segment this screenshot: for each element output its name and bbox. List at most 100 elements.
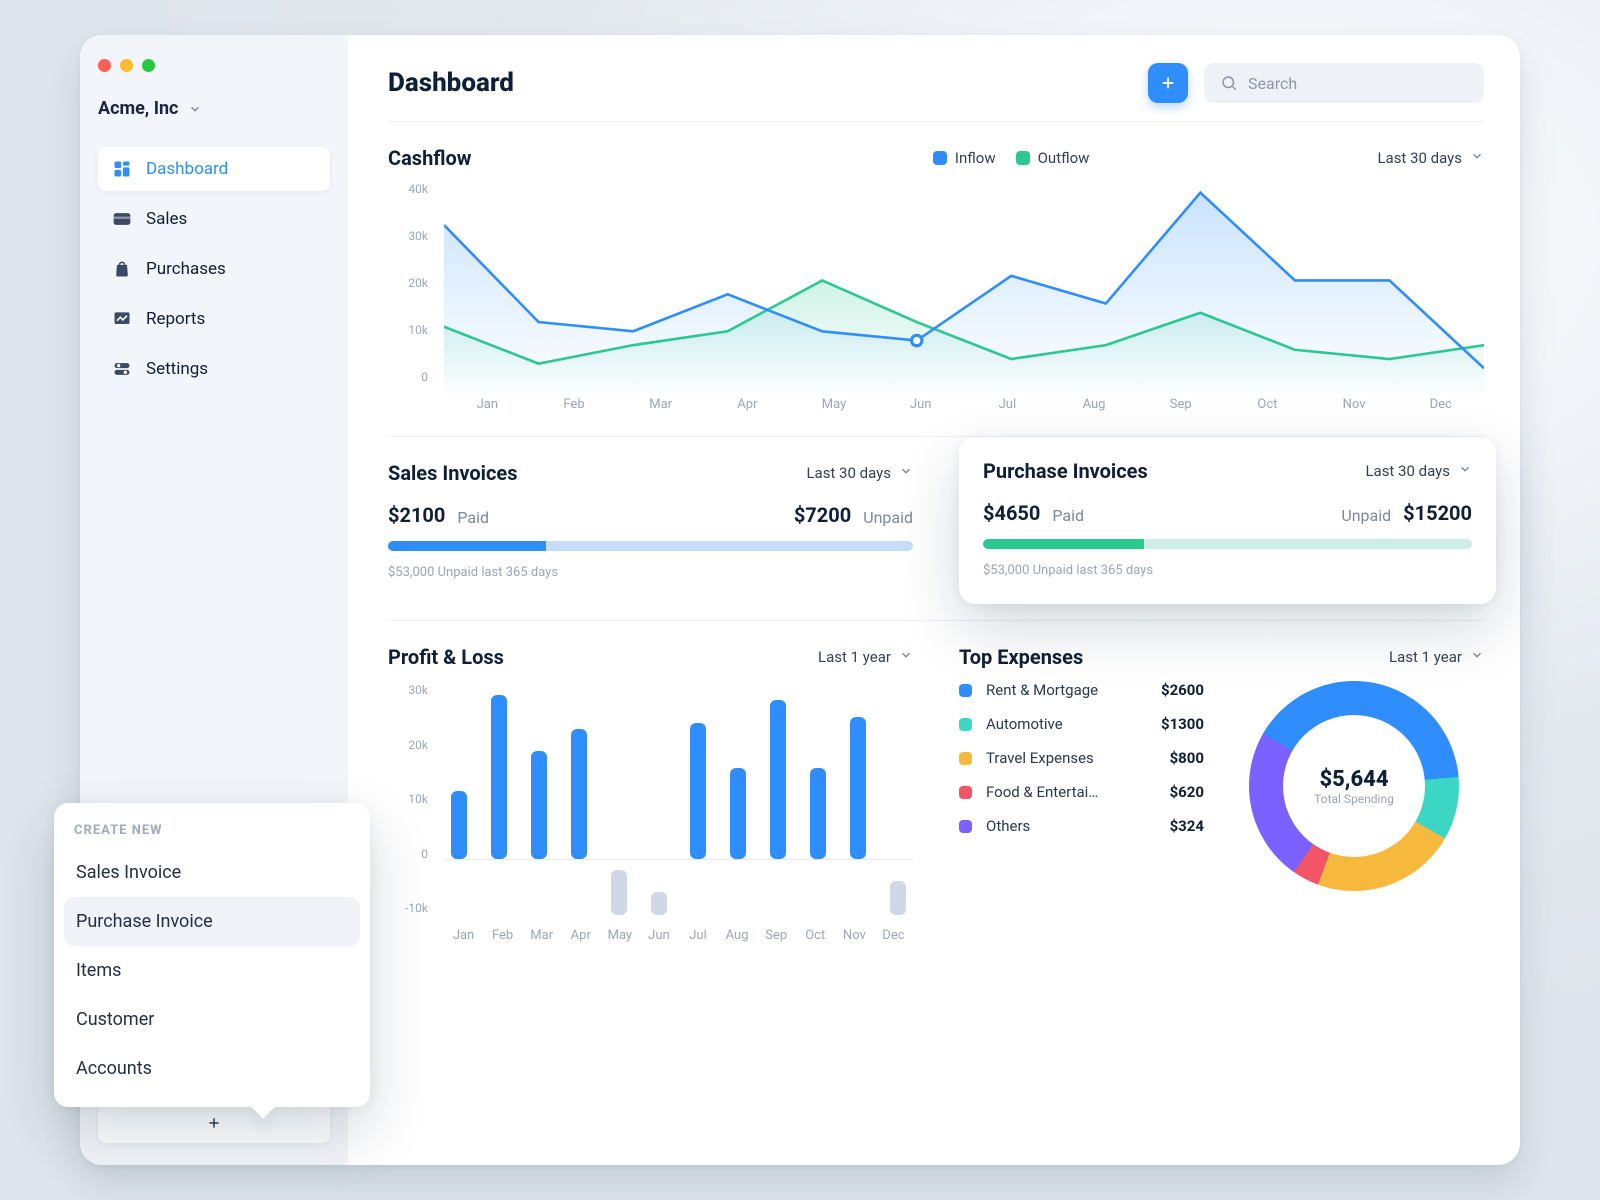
donut-total: $5,644 bbox=[1319, 767, 1388, 792]
pnl-range[interactable]: Last 1 year bbox=[818, 648, 913, 666]
expense-row: Travel Expenses $800 bbox=[959, 749, 1204, 767]
color-chip bbox=[959, 752, 972, 765]
org-name: Acme, Inc bbox=[98, 98, 178, 119]
chevron-down-icon bbox=[1458, 462, 1472, 480]
expense-label: Others bbox=[986, 817, 1156, 835]
expense-label: Travel Expenses bbox=[986, 749, 1156, 767]
create-popover-title: CREATE NEW bbox=[74, 823, 350, 838]
main-content: Dashboard Search Cashflow Inflow Outflow bbox=[348, 35, 1520, 1165]
org-switcher[interactable]: Acme, Inc bbox=[98, 98, 330, 119]
sales-progress bbox=[388, 541, 913, 551]
purchase-title: Purchase Invoices bbox=[983, 459, 1148, 483]
dashboard-icon bbox=[112, 159, 132, 179]
sidebar-item-label: Reports bbox=[146, 309, 205, 329]
sidebar-item-settings[interactable]: Settings bbox=[98, 347, 330, 391]
expense-amount: $800 bbox=[1170, 749, 1204, 767]
color-chip bbox=[959, 718, 972, 731]
topbar: Dashboard Search bbox=[388, 63, 1484, 103]
expenses-donut: $5,644 Total Spending bbox=[1249, 681, 1459, 891]
color-chip bbox=[959, 786, 972, 799]
purchase-unpaid-amount: $15200 bbox=[1403, 501, 1472, 525]
chevron-down-icon bbox=[1470, 149, 1484, 167]
window-controls bbox=[98, 59, 330, 72]
expense-label: Automotive bbox=[986, 715, 1147, 733]
profit-loss-card: Profit & Loss Last 1 year 30k20k10k0-10k… bbox=[388, 639, 913, 949]
sales-note: $53,000 Unpaid last 365 days bbox=[388, 565, 913, 580]
sales-paid-amount: $2100 bbox=[388, 503, 445, 527]
cashflow-chart bbox=[444, 188, 1484, 396]
divider bbox=[388, 620, 1484, 621]
expenses-title: Top Expenses bbox=[959, 645, 1083, 669]
expense-amount: $324 bbox=[1170, 817, 1204, 835]
sidebar-item-sales[interactable]: Sales bbox=[98, 197, 330, 241]
close-icon[interactable] bbox=[98, 59, 111, 72]
sidebar-item-label: Settings bbox=[146, 359, 208, 379]
chevron-down-icon bbox=[899, 648, 913, 666]
maximize-icon[interactable] bbox=[142, 59, 155, 72]
sales-unpaid-amount: $7200 bbox=[794, 503, 851, 527]
sales-title: Sales Invoices bbox=[388, 461, 517, 485]
sales-paid-label: Paid bbox=[457, 508, 489, 527]
sidebar: Acme, Inc Dashboard Sales Purchases Reports… bbox=[80, 35, 348, 1165]
chevron-down-icon bbox=[1470, 648, 1484, 666]
add-button[interactable] bbox=[98, 1103, 330, 1143]
expense-label: Food & Entertai… bbox=[986, 783, 1156, 801]
purchase-invoices-card: Purchase Invoices Last 30 days $4650 Pai… bbox=[959, 437, 1496, 604]
expenses-range[interactable]: Last 1 year bbox=[1389, 648, 1484, 666]
purchase-progress bbox=[983, 539, 1472, 549]
plus-icon bbox=[1159, 74, 1177, 92]
page-title: Dashboard bbox=[388, 68, 514, 98]
donut-sub: Total Spending bbox=[1314, 792, 1394, 806]
top-expenses-card: Top Expenses Last 1 year Rent & Mortgage… bbox=[959, 639, 1484, 949]
purchase-paid-amount: $4650 bbox=[983, 501, 1040, 525]
sidebar-item-label: Purchases bbox=[146, 259, 226, 279]
color-chip bbox=[959, 684, 972, 697]
cashflow-range[interactable]: Last 30 days bbox=[1377, 149, 1484, 167]
sales-invoices-card: Sales Invoices Last 30 days $2100 Paid $… bbox=[388, 455, 913, 586]
sidebar-item-label: Sales bbox=[146, 209, 187, 229]
sidebar-item-label: Dashboard bbox=[146, 159, 228, 179]
expense-amount: $2600 bbox=[1161, 681, 1204, 699]
minimize-icon[interactable] bbox=[120, 59, 133, 72]
search-icon bbox=[1220, 74, 1238, 92]
sales-range[interactable]: Last 30 days bbox=[806, 464, 913, 482]
chevron-down-icon bbox=[188, 102, 202, 116]
color-chip bbox=[959, 820, 972, 833]
create-item-accounts[interactable]: Accounts bbox=[64, 1044, 360, 1093]
cashflow-section: Cashflow Inflow Outflow Last 30 days 40k… bbox=[388, 140, 1484, 418]
create-item-sales-invoice[interactable]: Sales Invoice bbox=[64, 848, 360, 897]
card-icon bbox=[112, 209, 132, 229]
sidebar-bottom: CREATE NEW Sales InvoicePurchase Invoice… bbox=[98, 1089, 330, 1143]
search-placeholder: Search bbox=[1248, 74, 1297, 93]
expense-label: Rent & Mortgage bbox=[986, 681, 1147, 699]
expense-amount: $620 bbox=[1170, 783, 1204, 801]
chart-icon bbox=[112, 309, 132, 329]
expense-row: Automotive $1300 bbox=[959, 715, 1204, 733]
create-popover: CREATE NEW Sales InvoicePurchase Invoice… bbox=[54, 803, 370, 1107]
create-item-purchase-invoice[interactable]: Purchase Invoice bbox=[64, 897, 360, 946]
chevron-down-icon bbox=[899, 464, 913, 482]
expense-row: Rent & Mortgage $2600 bbox=[959, 681, 1204, 699]
search-input[interactable]: Search bbox=[1204, 63, 1484, 103]
legend-outflow: Outflow bbox=[1016, 149, 1090, 167]
create-item-items[interactable]: Items bbox=[64, 946, 360, 995]
sidebar-nav: Dashboard Sales Purchases Reports Settings bbox=[98, 147, 330, 391]
create-item-customer[interactable]: Customer bbox=[64, 995, 360, 1044]
sidebar-item-dashboard[interactable]: Dashboard bbox=[98, 147, 330, 191]
purchase-unpaid-label: Unpaid bbox=[1341, 506, 1391, 525]
purchase-range[interactable]: Last 30 days bbox=[1365, 462, 1472, 480]
toggles-icon bbox=[112, 359, 132, 379]
sidebar-item-purchases[interactable]: Purchases bbox=[98, 247, 330, 291]
sales-unpaid-label: Unpaid bbox=[863, 508, 913, 527]
legend-inflow: Inflow bbox=[933, 149, 996, 167]
bag-icon bbox=[112, 259, 132, 279]
pnl-title: Profit & Loss bbox=[388, 645, 504, 669]
new-button[interactable] bbox=[1148, 63, 1188, 103]
expense-amount: $1300 bbox=[1161, 715, 1204, 733]
expense-row: Food & Entertai… $620 bbox=[959, 783, 1204, 801]
app-window: Acme, Inc Dashboard Sales Purchases Reports… bbox=[80, 35, 1520, 1165]
divider bbox=[388, 121, 1484, 122]
expense-row: Others $324 bbox=[959, 817, 1204, 835]
purchase-paid-label: Paid bbox=[1052, 506, 1084, 525]
sidebar-item-reports[interactable]: Reports bbox=[98, 297, 330, 341]
